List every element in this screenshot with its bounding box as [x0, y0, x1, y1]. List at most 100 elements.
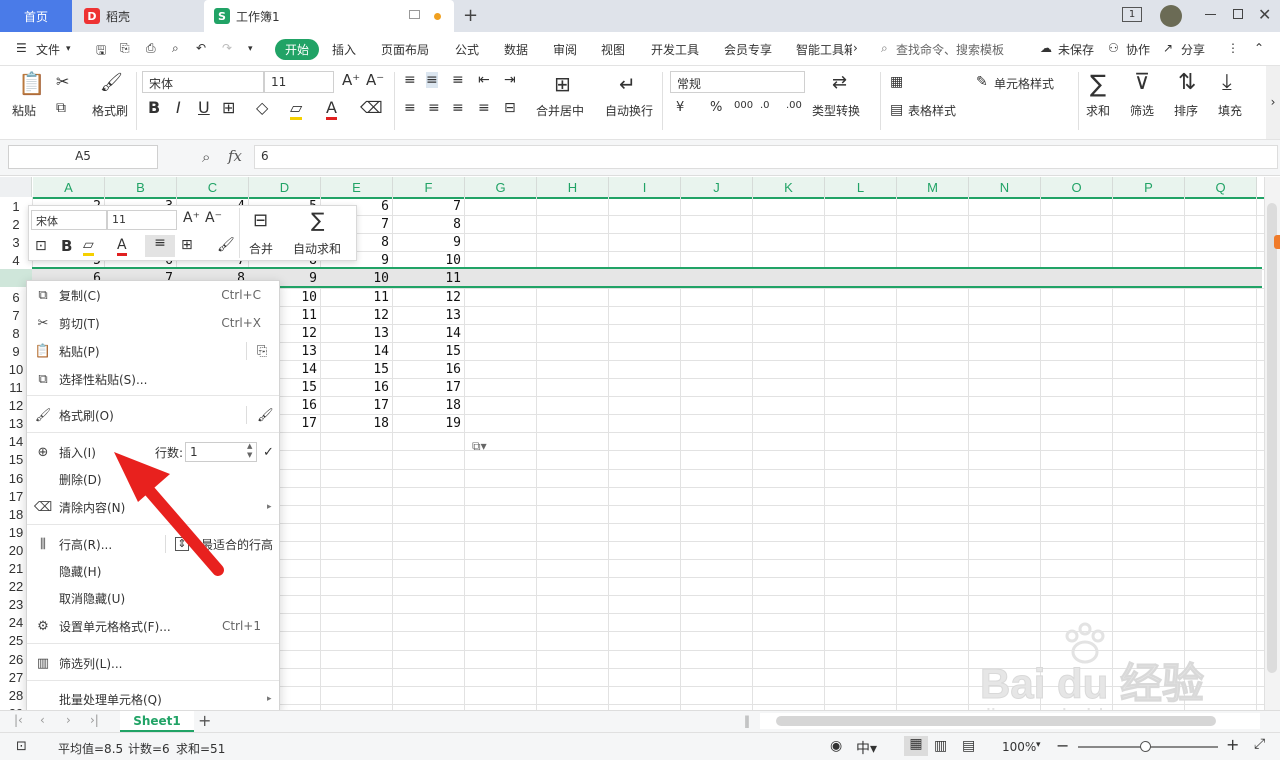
- mini-border-icon[interactable]: ⊞: [181, 237, 193, 253]
- command-search-input[interactable]: 查找命令、搜索模板: [896, 41, 1004, 58]
- wrap-text-icon[interactable]: ↵: [619, 72, 636, 96]
- cell-e5[interactable]: 10: [321, 270, 393, 288]
- print-preview-icon[interactable]: ⌕: [172, 41, 179, 56]
- last-sheet-icon[interactable]: ›|: [90, 713, 99, 727]
- cell-f4[interactable]: 10: [393, 252, 465, 270]
- menu-format-painter[interactable]: 🖌 格式刷(O) 🖌: [27, 402, 279, 428]
- zoom-level[interactable]: 100%: [1002, 740, 1036, 754]
- cell-e7[interactable]: 12: [321, 307, 393, 325]
- format-painter-icon[interactable]: 🖌: [100, 72, 123, 93]
- cell-e8[interactable]: 13: [321, 325, 393, 343]
- paste-button[interactable]: 粘贴: [12, 102, 36, 119]
- cond-format-icon[interactable]: ▦: [890, 74, 903, 90]
- cell-f2[interactable]: 8: [393, 216, 465, 234]
- page-layout-view-icon[interactable]: ▥: [934, 738, 947, 754]
- row-count-stepper-icon[interactable]: ▲ ▼: [247, 442, 252, 460]
- type-convert-icon[interactable]: ⇄: [832, 72, 847, 93]
- cell-f12[interactable]: 18: [393, 397, 465, 415]
- chevron-down-icon[interactable]: ▾: [66, 44, 71, 54]
- cell-f6[interactable]: 12: [393, 289, 465, 307]
- column-header-e[interactable]: E: [321, 177, 393, 197]
- currency-icon[interactable]: ¥: [676, 100, 684, 115]
- distribute-icon[interactable]: ⊟: [504, 100, 516, 116]
- menu-smart-tools[interactable]: 智能工具箱: [796, 41, 852, 58]
- cell-f5[interactable]: 11: [393, 270, 465, 288]
- vertical-scroll-thumb[interactable]: [1267, 203, 1277, 673]
- column-header-p[interactable]: P: [1113, 177, 1185, 197]
- align-right-icon[interactable]: ≡: [452, 100, 464, 116]
- fill-icon[interactable]: ⤓: [1222, 70, 1232, 95]
- menu-insert[interactable]: 插入: [332, 41, 356, 58]
- cell-f8[interactable]: 14: [393, 325, 465, 343]
- restore-icon[interactable]: [1233, 9, 1243, 19]
- fx-icon[interactable]: fx: [228, 147, 242, 165]
- avatar[interactable]: [1160, 5, 1182, 27]
- menu-paste-special[interactable]: ⧉ 选择性粘贴(S)...: [27, 366, 279, 392]
- cell-e11[interactable]: 16: [321, 379, 393, 397]
- zoom-icon[interactable]: ⌕: [202, 148, 210, 166]
- minimize-icon[interactable]: [1205, 14, 1216, 15]
- font-color-icon[interactable]: A: [326, 98, 337, 120]
- italic-icon[interactable]: I: [176, 98, 181, 117]
- font-size-select[interactable]: 11: [264, 71, 334, 93]
- align-center-icon[interactable]: ≡: [428, 100, 440, 116]
- column-header-m[interactable]: M: [897, 177, 969, 197]
- language-icon[interactable]: 中▾: [856, 738, 877, 758]
- confirm-check-icon[interactable]: ✓: [263, 445, 274, 460]
- border-icon[interactable]: ⊞: [222, 98, 235, 117]
- page-badge-icon[interactable]: 1: [1122, 7, 1142, 22]
- merge-center-button[interactable]: 合并居中: [536, 102, 584, 119]
- export-pdf-icon[interactable]: ⎘: [120, 41, 130, 56]
- close-icon[interactable]: ✕: [1258, 5, 1271, 24]
- justify-icon[interactable]: ≡: [478, 100, 490, 116]
- add-sheet-icon[interactable]: +: [198, 711, 211, 730]
- share-button[interactable]: 分享: [1181, 41, 1205, 58]
- decrease-font-icon[interactable]: A⁻: [366, 71, 384, 89]
- column-header-f[interactable]: F: [393, 177, 465, 197]
- clear-format-icon[interactable]: ⌫: [360, 98, 383, 117]
- column-header-n[interactable]: N: [969, 177, 1041, 197]
- paste-values-icon[interactable]: ⎘: [257, 344, 267, 359]
- table-style-icon[interactable]: ▤: [890, 102, 903, 118]
- underline-icon[interactable]: U: [198, 98, 210, 117]
- hamburger-icon[interactable]: ☰: [16, 41, 27, 55]
- mini-align-center-icon[interactable]: ≡: [145, 235, 175, 257]
- menu-page-layout[interactable]: 页面布局: [381, 41, 429, 58]
- menu-file[interactable]: 文件: [36, 41, 60, 58]
- menu-formula[interactable]: 公式: [455, 41, 479, 58]
- increase-decimal-icon[interactable]: .0: [760, 100, 770, 111]
- sort-button[interactable]: 排序: [1174, 102, 1198, 119]
- align-bottom-icon[interactable]: ≡: [452, 72, 464, 88]
- cell-f10[interactable]: 16: [393, 361, 465, 379]
- more-options-icon[interactable]: ⋮: [1227, 41, 1239, 55]
- mini-autosum-icon[interactable]: ∑: [311, 208, 324, 232]
- copy-icon[interactable]: ⧉: [56, 100, 66, 116]
- column-header-h[interactable]: H: [537, 177, 609, 197]
- paste-options-icon[interactable]: ⧉▾: [472, 439, 487, 454]
- paste-icon[interactable]: 📋: [18, 72, 45, 97]
- menu-batch[interactable]: 批量处理单元格(Q) ▸: [27, 686, 279, 712]
- mini-format-painter-icon[interactable]: 🖌: [217, 237, 235, 253]
- next-sheet-icon[interactable]: ›: [66, 713, 71, 727]
- menu-view[interactable]: 视图: [601, 41, 625, 58]
- tab-home[interactable]: 首页: [0, 0, 72, 32]
- eye-protect-icon[interactable]: ◉: [830, 738, 842, 754]
- format-painter-lock-icon[interactable]: 🖌: [257, 408, 274, 423]
- prev-sheet-icon[interactable]: ‹: [40, 713, 45, 727]
- font-name-select[interactable]: 宋体: [142, 71, 264, 93]
- format-painter-button[interactable]: 格式刷: [92, 102, 128, 119]
- cell-style-button[interactable]: 单元格样式: [994, 75, 1054, 92]
- mini-bold-icon[interactable]: B: [61, 237, 72, 255]
- mini-increase-font-icon[interactable]: A⁺: [183, 210, 200, 226]
- formula-input[interactable]: 6: [254, 145, 1278, 169]
- mini-merge-button[interactable]: 合并: [249, 240, 273, 257]
- merge-center-icon[interactable]: ⊞: [554, 72, 571, 96]
- menu-cut[interactable]: ✂ 剪切(T) Ctrl+X: [27, 310, 279, 336]
- cell-f9[interactable]: 15: [393, 343, 465, 361]
- menu-dev-tools[interactable]: 开发工具: [651, 41, 699, 58]
- cell-f1[interactable]: 7: [393, 198, 465, 216]
- column-header-q[interactable]: Q: [1185, 177, 1257, 197]
- align-top-icon[interactable]: ≡: [404, 72, 416, 88]
- quick-access-chevron-icon[interactable]: ▾: [248, 44, 253, 54]
- percent-icon[interactable]: %: [710, 100, 722, 115]
